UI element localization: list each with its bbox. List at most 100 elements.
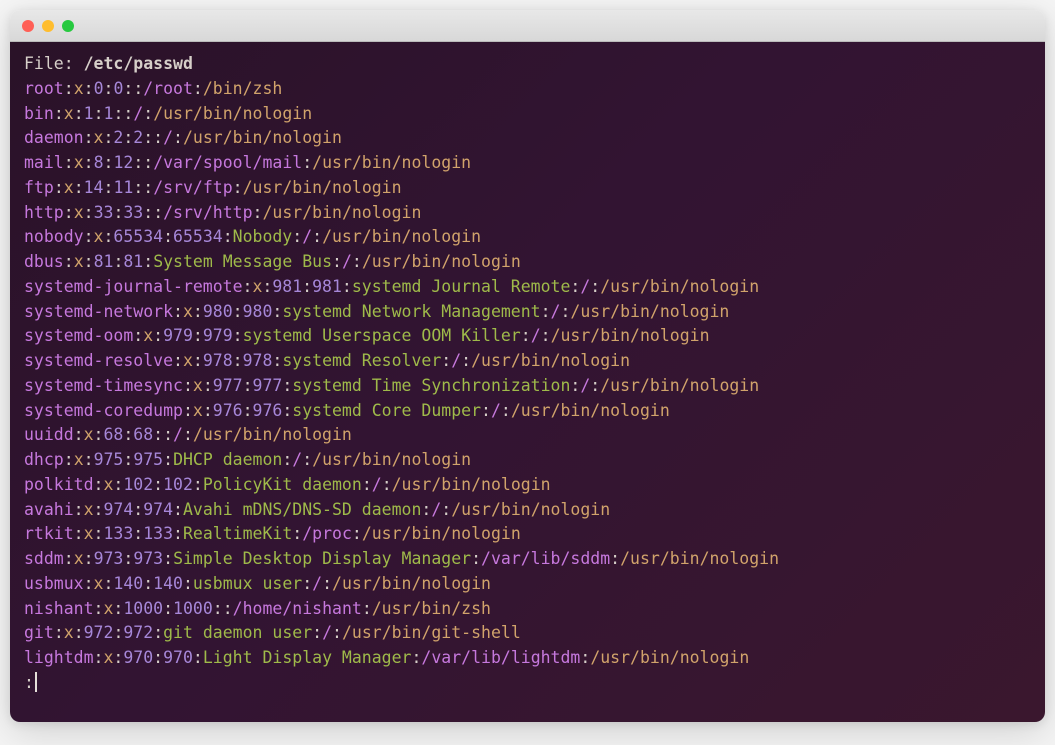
field-homedir: /	[322, 623, 332, 642]
field-gecos: usbmux user	[193, 574, 302, 593]
field-homedir: /	[312, 574, 322, 593]
terminal-output[interactable]: File: /etc/passwdroot:x:0:0::/root:/bin/…	[10, 42, 1045, 722]
passwd-row: dhcp:x:975:975:DHCP daemon:/:/usr/bin/no…	[24, 448, 1031, 473]
colon-sep: :	[123, 79, 133, 98]
field-gecos: systemd Network Management	[282, 302, 540, 321]
passwd-row: nishant:x:1000:1000::/home/nishant:/usr/…	[24, 597, 1031, 622]
colon-sep: :	[183, 425, 193, 444]
field-homedir: /	[292, 450, 302, 469]
maximize-icon[interactable]	[62, 20, 74, 32]
colon-sep: :	[104, 178, 114, 197]
passwd-row: uuidd:x:68:68::/:/usr/bin/nologin	[24, 423, 1031, 448]
field-gecos: Simple Desktop Display Manager	[173, 549, 471, 568]
colon-sep: :	[64, 549, 74, 568]
colon-sep: :	[133, 153, 143, 172]
field-uid: 8	[94, 153, 104, 172]
field-x: x	[84, 524, 94, 543]
colon-sep: :	[133, 500, 143, 519]
field-shell: /usr/bin/nologin	[600, 277, 759, 296]
colon-sep: :	[143, 203, 153, 222]
colon-sep: :	[74, 425, 84, 444]
colon-sep: :	[302, 450, 312, 469]
colon-sep: :	[501, 401, 511, 420]
close-icon[interactable]	[22, 20, 34, 32]
colon-sep: :	[123, 450, 133, 469]
field-uid: 68	[103, 425, 123, 444]
field-x: x	[193, 401, 203, 420]
field-homedir: /	[551, 302, 561, 321]
field-user: dhcp	[24, 450, 64, 469]
titlebar[interactable]	[10, 10, 1045, 42]
field-gecos: systemd Time Synchronization	[292, 376, 570, 395]
field-uid: 975	[94, 450, 124, 469]
field-gid: 977	[253, 376, 283, 395]
colon-sep: :	[203, 401, 213, 420]
colon-sep: :	[94, 500, 104, 519]
colon-sep: :	[94, 104, 104, 123]
minimize-icon[interactable]	[42, 20, 54, 32]
field-user: daemon	[24, 128, 84, 147]
colon-sep: :	[94, 425, 104, 444]
field-user: systemd-oom	[24, 326, 133, 345]
colon-sep: :	[84, 79, 94, 98]
colon-sep: :	[64, 450, 74, 469]
colon-sep: :	[233, 178, 243, 197]
field-x: x	[74, 549, 84, 568]
field-user: http	[24, 203, 64, 222]
field-shell: /usr/bin/nologin	[511, 401, 670, 420]
field-gid: 974	[143, 500, 173, 519]
colon-sep: :	[332, 252, 342, 271]
field-uid: 970	[123, 648, 153, 667]
colon-sep: :	[441, 500, 451, 519]
field-uid: 2	[113, 128, 123, 147]
colon-sep: :	[123, 549, 133, 568]
field-gid: 65534	[173, 227, 223, 246]
field-homedir: /var/lib/lightdm	[421, 648, 580, 667]
field-homedir: /srv/http	[163, 203, 252, 222]
field-user: uuidd	[24, 425, 74, 444]
field-x: x	[143, 326, 153, 345]
colon-sep: :	[173, 524, 183, 543]
field-uid: 978	[203, 351, 233, 370]
field-uid: 0	[94, 79, 104, 98]
colon-sep: :	[133, 326, 143, 345]
colon-sep: :	[153, 475, 163, 494]
prompt-line[interactable]: :	[24, 671, 1031, 696]
field-shell: /usr/bin/nologin	[362, 252, 521, 271]
passwd-row: systemd-oom:x:979:979:systemd Userspace …	[24, 324, 1031, 349]
field-homedir: /	[163, 128, 173, 147]
colon-sep: :	[94, 475, 104, 494]
file-label: File:	[24, 54, 84, 73]
field-gid: 973	[133, 549, 163, 568]
colon-sep: :	[153, 128, 163, 147]
field-gecos: git daemon user	[163, 623, 312, 642]
colon-sep: :	[153, 648, 163, 667]
colon-sep: :	[461, 351, 471, 370]
field-x: x	[84, 425, 94, 444]
colon-sep: :	[74, 104, 84, 123]
field-x: x	[74, 79, 84, 98]
colon-sep: :	[213, 599, 223, 618]
passwd-row: systemd-network:x:980:980:systemd Networ…	[24, 300, 1031, 325]
field-gecos: PolicyKit daemon	[203, 475, 362, 494]
field-user: systemd-journal-remote	[24, 277, 243, 296]
colon-sep: :	[54, 178, 64, 197]
colon-sep: :	[74, 178, 84, 197]
passwd-row: sddm:x:973:973:Simple Desktop Display Ma…	[24, 547, 1031, 572]
field-x: x	[84, 500, 94, 519]
field-gecos: systemd Core Dumper	[292, 401, 481, 420]
colon-sep: :	[113, 623, 123, 642]
colon-sep: :	[133, 79, 143, 98]
colon-sep: :	[193, 475, 203, 494]
field-uid: 1	[84, 104, 94, 123]
colon-sep: :	[173, 302, 183, 321]
colon-sep: :	[113, 252, 123, 271]
field-homedir: /	[431, 500, 441, 519]
colon-sep: :	[143, 128, 153, 147]
colon-sep: :	[123, 128, 133, 147]
colon-sep: :	[233, 302, 243, 321]
colon-sep: :	[84, 574, 94, 593]
colon-sep: :	[84, 450, 94, 469]
colon-sep: :	[521, 326, 531, 345]
colon-sep: :	[411, 648, 421, 667]
